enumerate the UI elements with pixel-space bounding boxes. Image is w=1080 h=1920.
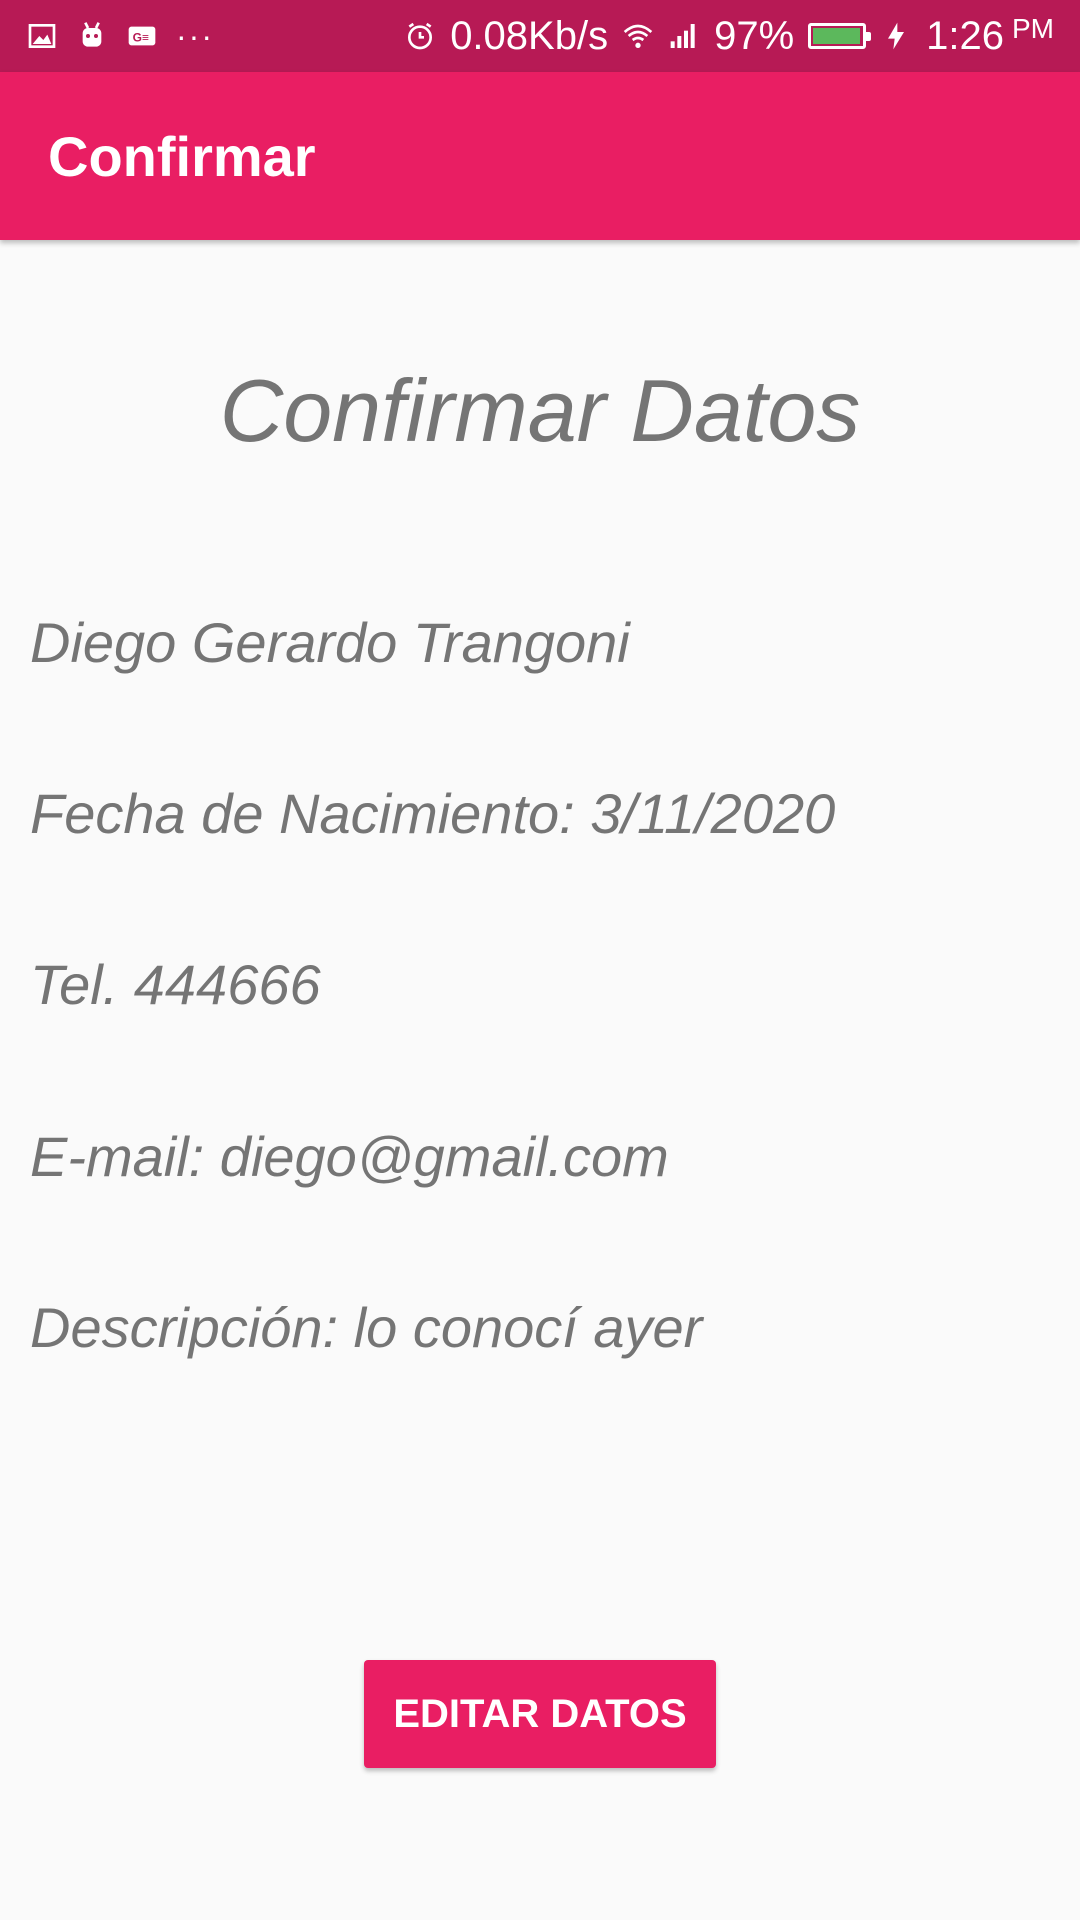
network-speed: 0.08Kb/s xyxy=(450,13,609,58)
ge-icon: G≡ xyxy=(126,20,158,52)
battery-level-fill xyxy=(813,28,860,44)
confirm-content: Confirmar Datos Diego Gerardo Trangoni F… xyxy=(0,240,1080,1920)
app-bar: Confirmar xyxy=(0,72,1080,240)
edit-data-button[interactable]: EDITAR DATOS xyxy=(364,1660,716,1768)
clock-ampm: PM xyxy=(1012,13,1054,44)
image-icon xyxy=(26,20,58,52)
description-text: Descripción: lo conocí ayer xyxy=(30,1296,703,1359)
clock-time: 1:26 xyxy=(926,13,1004,58)
charging-icon xyxy=(880,20,912,52)
name-text: Diego Gerardo Trangoni xyxy=(30,611,630,674)
alarm-icon xyxy=(404,20,436,52)
app-bar-title: Confirmar xyxy=(48,124,316,188)
notification-overflow-icon: ··· xyxy=(176,18,214,54)
status-bar: G≡ ··· 0.08Kb/s 97% 1:26 PM xyxy=(0,0,1080,72)
birth-date-text: Fecha de Nacimiento: 3/11/2020 xyxy=(30,782,836,845)
signal-icon xyxy=(668,20,700,52)
page-heading: Confirmar Datos xyxy=(219,361,861,460)
battery-icon xyxy=(808,23,872,49)
wifi-icon xyxy=(622,20,654,52)
email-text: E-mail: diego@gmail.com xyxy=(30,1125,669,1188)
battery-percent: 97% xyxy=(714,13,795,58)
android-icon xyxy=(76,20,108,52)
phone-text: Tel. 444666 xyxy=(30,953,321,1016)
svg-text:G≡: G≡ xyxy=(133,30,149,44)
